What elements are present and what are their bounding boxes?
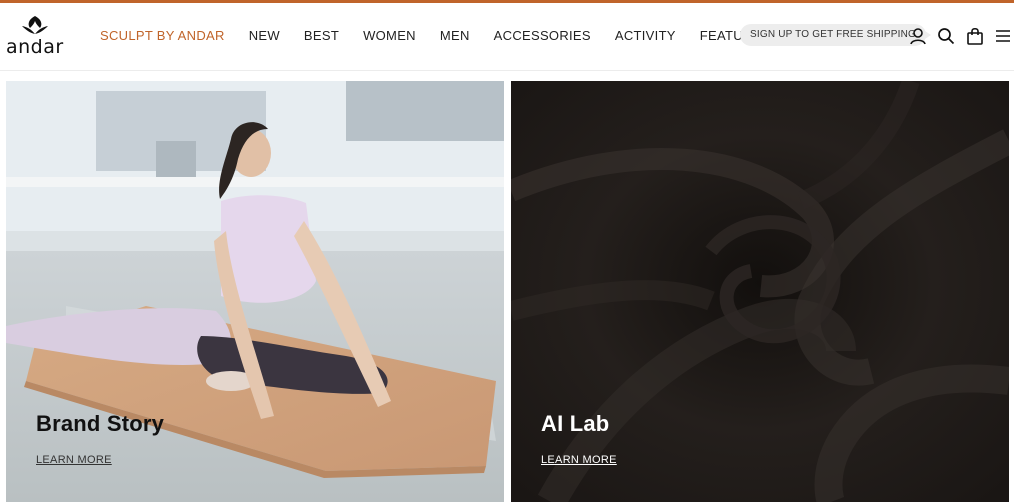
brand-story-panel[interactable]: Brand Story LEARN MORE: [6, 81, 504, 502]
nav-item-sculpt[interactable]: SCULPT BY ANDAR: [100, 28, 225, 43]
nav-item-women[interactable]: WOMEN: [363, 28, 416, 43]
panel-title-ai-lab: AI Lab: [541, 411, 610, 436]
main-nav: SCULPT BY ANDAR NEW BEST WOMEN MEN ACCES…: [100, 3, 795, 67]
brand-story-learn-more-link[interactable]: LEARN MORE: [36, 454, 112, 466]
free-shipping-promo[interactable]: SIGN UP TO GET FREE SHIPPING: [740, 24, 932, 46]
ai-lab-panel[interactable]: AI Lab LEARN MORE: [511, 81, 1009, 502]
ai-lab-learn-more-link[interactable]: LEARN MORE: [541, 454, 617, 466]
site-header: andar SCULPT BY ANDAR NEW BEST WOMEN MEN…: [0, 3, 1014, 71]
nav-item-accessories[interactable]: ACCESSORIES: [494, 28, 591, 43]
brand-logo[interactable]: andar: [6, 15, 66, 59]
search-icon[interactable]: [937, 27, 955, 45]
nav-item-new[interactable]: NEW: [249, 28, 280, 43]
nav-item-men[interactable]: MEN: [440, 28, 470, 43]
yoga-photo: [6, 81, 504, 502]
nav-item-best[interactable]: BEST: [304, 28, 339, 43]
menu-icon[interactable]: [995, 27, 1013, 45]
fabric-photo: [511, 81, 1009, 502]
shopping-bag-icon[interactable]: [966, 27, 984, 45]
brand-name: andar: [6, 36, 64, 58]
andar-lotus-icon: [22, 16, 48, 34]
panel-title-brand-story: Brand Story: [36, 411, 165, 436]
account-icon[interactable]: [909, 27, 927, 45]
nav-item-activity[interactable]: ACTIVITY: [615, 28, 676, 43]
